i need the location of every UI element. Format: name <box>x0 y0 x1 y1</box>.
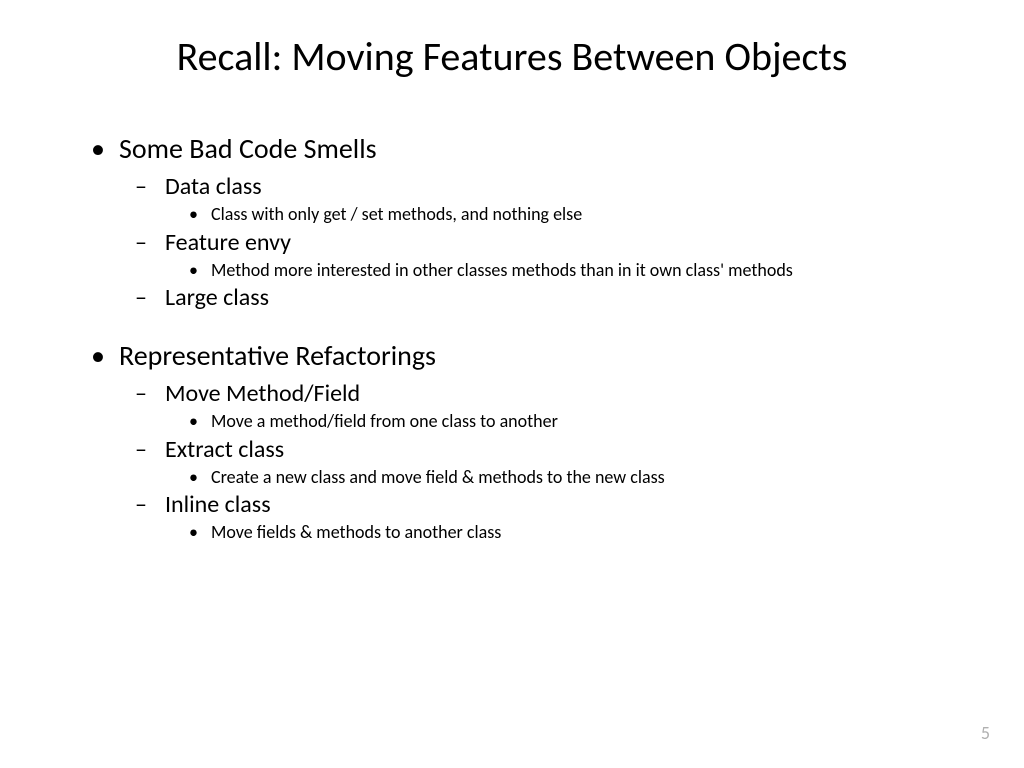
sub-item-label: Extract class <box>165 435 284 464</box>
bullet-icon: • <box>85 131 119 166</box>
sub-item-desc: • Method more interested in other classe… <box>189 259 939 282</box>
bullet-icon: • <box>189 259 211 281</box>
sub-item-label: Inline class <box>165 490 271 519</box>
dash-icon: – <box>135 283 165 312</box>
sub-item: – Feature envy <box>135 228 939 257</box>
bullet-icon: • <box>189 521 211 543</box>
sub-item-desc-text: Class with only get / set methods, and n… <box>211 204 582 226</box>
sub-item-label: Large class <box>165 283 269 312</box>
dash-icon: – <box>135 172 165 201</box>
spacer <box>85 314 939 334</box>
sub-item-desc: • Move a method/field from one class to … <box>189 410 939 433</box>
slide-title: Recall: Moving Features Between Objects <box>85 32 939 81</box>
sub-item: – Inline class <box>135 490 939 519</box>
slide: Recall: Moving Features Between Objects … <box>0 0 1024 566</box>
section-heading-text: Representative Refactorings <box>119 338 436 373</box>
sub-item: – Large class <box>135 283 939 312</box>
bullet-icon: • <box>85 338 119 373</box>
sub-item: – Extract class <box>135 435 939 464</box>
sub-item-label: Feature envy <box>165 228 291 257</box>
dash-icon: – <box>135 379 165 408</box>
sub-item: – Data class <box>135 172 939 201</box>
sub-item-desc-text: Create a new class and move field & meth… <box>211 467 665 489</box>
sub-item-desc: • Create a new class and move field & me… <box>189 466 939 489</box>
sub-item-desc-text: Method more interested in other classes … <box>211 260 793 282</box>
sub-item-label: Move Method/Field <box>165 379 360 408</box>
sub-item-label: Data class <box>165 172 262 201</box>
dash-icon: – <box>135 228 165 257</box>
bullet-icon: • <box>189 466 211 488</box>
dash-icon: – <box>135 490 165 519</box>
sub-item-desc: • Move fields & methods to another class <box>189 521 939 544</box>
section-heading: • Some Bad Code Smells <box>85 131 939 166</box>
sub-item-desc-text: Move a method/field from one class to an… <box>211 411 558 433</box>
sub-item: – Move Method/Field <box>135 379 939 408</box>
sub-item-desc: • Class with only get / set methods, and… <box>189 203 939 226</box>
slide-content: • Some Bad Code Smells – Data class • Cl… <box>85 131 939 544</box>
section-heading: • Representative Refactorings <box>85 338 939 373</box>
dash-icon: – <box>135 435 165 464</box>
bullet-icon: • <box>189 203 211 225</box>
page-number: 5 <box>981 722 990 744</box>
section-heading-text: Some Bad Code Smells <box>119 131 377 166</box>
sub-item-desc-text: Move fields & methods to another class <box>211 522 501 544</box>
bullet-icon: • <box>189 410 211 432</box>
